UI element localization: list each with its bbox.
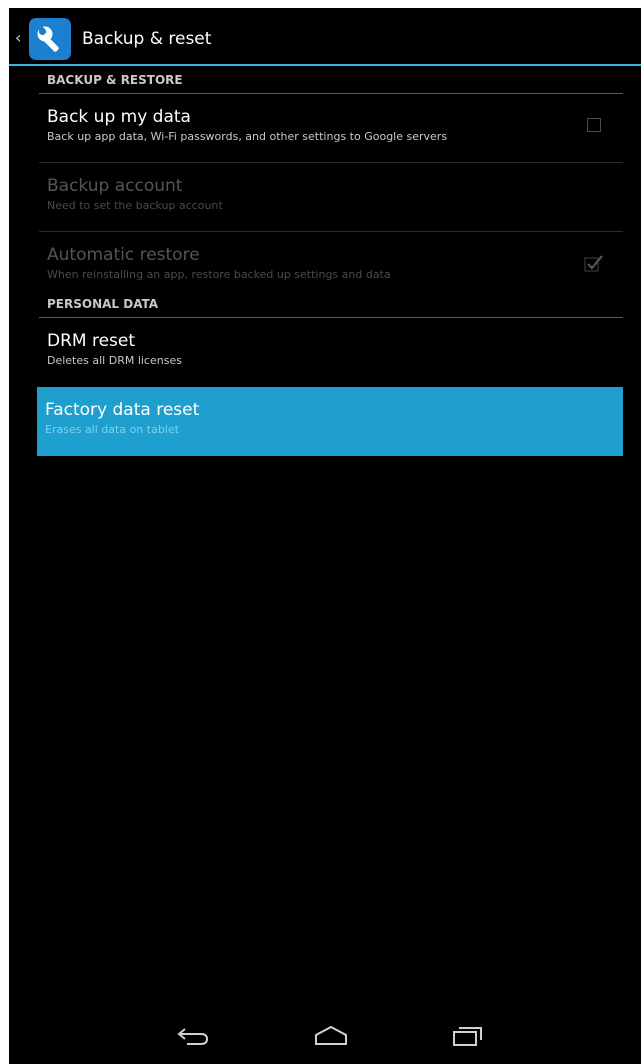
item-title: Factory data reset: [45, 400, 200, 420]
backup-checkbox[interactable]: [587, 118, 601, 132]
wrench-icon: [29, 18, 71, 60]
item-title: DRM reset: [47, 331, 136, 351]
backup-account-item: Backup account Need to set the backup ac…: [39, 163, 623, 232]
item-summary: Need to set the backup account: [47, 199, 223, 212]
item-summary: Deletes all DRM licenses: [47, 354, 182, 367]
navigation-bar: [9, 1008, 641, 1064]
home-button[interactable]: [311, 1022, 351, 1050]
item-summary: Erases all data on tablet: [45, 423, 179, 436]
home-icon: [315, 1025, 347, 1045]
chevron-left-icon: ‹: [15, 28, 22, 47]
recent-apps-icon: [453, 1027, 482, 1046]
action-bar: ‹ Backup & reset: [9, 8, 641, 66]
back-button[interactable]: [173, 1022, 213, 1050]
settings-list: BACKUP & RESTORE Back up my data Back up…: [37, 66, 623, 456]
back-arrow-icon: [177, 1028, 209, 1045]
factory-data-reset-item[interactable]: Factory data reset Erases all data on ta…: [37, 387, 623, 456]
section-header-personal-data: PERSONAL DATA: [39, 290, 623, 318]
drm-reset-item[interactable]: DRM reset Deletes all DRM licenses: [39, 318, 623, 387]
recents-button[interactable]: [447, 1022, 487, 1050]
item-title: Automatic restore: [47, 245, 200, 265]
up-button[interactable]: ‹ Backup & reset: [9, 8, 259, 66]
item-summary: When reinstalling an app, restore backed…: [47, 268, 391, 281]
item-summary: Back up app data, Wi-Fi passwords, and o…: [47, 130, 448, 143]
screen: ‹ Backup & reset BACKUP & RESTORE Back u…: [9, 8, 641, 1064]
item-title: Back up my data: [47, 107, 191, 127]
backup-my-data-item[interactable]: Back up my data Back up app data, Wi-Fi …: [39, 94, 623, 163]
item-title: Backup account: [47, 176, 183, 196]
checkmark-icon: [584, 255, 603, 272]
automatic-restore-item: Automatic restore When reinstalling an a…: [39, 232, 623, 290]
section-header-backup-restore: BACKUP & RESTORE: [39, 66, 623, 94]
page-title: Backup & reset: [82, 29, 212, 49]
